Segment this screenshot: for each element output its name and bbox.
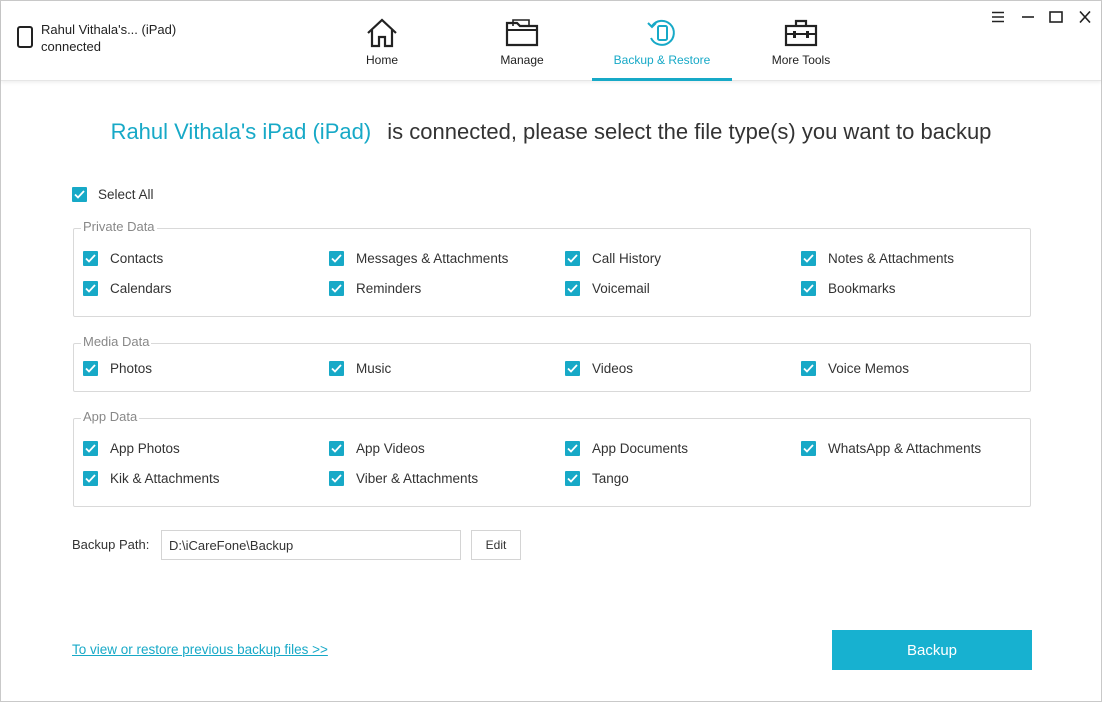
checkbox-label: Videos <box>592 361 634 376</box>
checkbox-label: Viber & Attachments <box>356 471 479 486</box>
checkbox-messages[interactable]: Messages & Attachments <box>329 251 508 266</box>
checkbox-bookmarks[interactable]: Bookmarks <box>801 281 896 296</box>
checkbox-checked-icon <box>801 281 816 296</box>
checkbox-checked-icon <box>329 471 344 486</box>
checkbox-music[interactable]: Music <box>329 361 391 376</box>
top-bar: Rahul Vithala's... (iPad) connected Home… <box>1 1 1101 81</box>
checkbox-label: Music <box>356 361 392 376</box>
checkbox-label: Tango <box>592 471 629 486</box>
checkbox-viber[interactable]: Viber & Attachments <box>329 471 478 486</box>
checkbox-checked-icon <box>83 251 98 266</box>
toolbox-icon <box>784 15 818 51</box>
checkbox-checked-icon <box>801 441 816 456</box>
checkbox-label: Bookmarks <box>828 281 896 296</box>
checkbox-whatsapp[interactable]: WhatsApp & Attachments <box>801 441 981 456</box>
connected-device-name: Rahul Vithala's iPad (iPad) <box>110 119 372 144</box>
checkbox-call-history[interactable]: Call History <box>565 251 661 266</box>
tab-more-tools[interactable]: More Tools <box>761 1 841 81</box>
checkbox-reminders[interactable]: Reminders <box>329 281 421 296</box>
checkbox-checked-icon <box>565 441 580 456</box>
checkbox-label: Voicemail <box>592 281 650 296</box>
checkbox-label: Photos <box>110 361 153 376</box>
device-text: Rahul Vithala's... (iPad) connected <box>41 21 176 55</box>
backup-path-label: Backup Path: <box>72 537 150 552</box>
device-info: Rahul Vithala's... (iPad) connected <box>17 21 176 55</box>
ipad-icon <box>17 26 33 48</box>
select-all-label: Select All <box>98 187 154 202</box>
checkbox-checked-icon <box>565 361 580 376</box>
checkbox-notes[interactable]: Notes & Attachments <box>801 251 954 266</box>
checkbox-label: App Photos <box>110 441 180 456</box>
checkbox-label: Reminders <box>356 281 422 296</box>
checkbox-label: Kik & Attachments <box>110 471 220 486</box>
checkbox-checked-icon <box>565 471 580 486</box>
tab-more-tools-label: More Tools <box>771 53 831 67</box>
media-data-title: Media Data <box>81 334 152 349</box>
checkbox-app-photos[interactable]: App Photos <box>83 441 180 456</box>
checkbox-label: App Videos <box>356 441 425 456</box>
tab-manage-label: Manage <box>500 53 544 67</box>
close-icon[interactable] <box>1074 7 1096 27</box>
minimize-icon[interactable] <box>1017 7 1039 27</box>
checkbox-kik[interactable]: Kik & Attachments <box>83 471 220 486</box>
maximize-icon[interactable] <box>1045 7 1067 27</box>
checkbox-label: Messages & Attachments <box>356 251 509 266</box>
checkbox-label: Contacts <box>110 251 164 266</box>
checkbox-label: Voice Memos <box>828 361 910 376</box>
backup-button[interactable]: Backup <box>832 630 1032 670</box>
menu-icon[interactable] <box>987 7 1009 27</box>
checkbox-label: Call History <box>592 251 662 266</box>
checkbox-checked-icon <box>801 251 816 266</box>
private-data-group <box>73 228 1031 317</box>
checkbox-checked-icon <box>83 471 98 486</box>
page-title: Rahul Vithala's iPad (iPad) is connected… <box>1 119 1101 145</box>
checkbox-checked-icon <box>565 251 580 266</box>
checkbox-voice-memos[interactable]: Voice Memos <box>801 361 909 376</box>
checkbox-contacts[interactable]: Contacts <box>83 251 163 266</box>
checkbox-calendars[interactable]: Calendars <box>83 281 172 296</box>
checkbox-app-videos[interactable]: App Videos <box>329 441 425 456</box>
private-data-title: Private Data <box>81 219 157 234</box>
tab-backup-restore-label: Backup & Restore <box>613 53 711 67</box>
view-restore-backups-link[interactable]: To view or restore previous backup files… <box>72 642 328 657</box>
checkbox-voicemail[interactable]: Voicemail <box>565 281 650 296</box>
backup-restore-icon <box>645 15 679 51</box>
checkbox-checked-icon <box>329 441 344 456</box>
tab-backup-restore[interactable]: Backup & Restore <box>592 1 732 81</box>
checkbox-label: WhatsApp & Attachments <box>828 441 982 456</box>
checkbox-checked-icon <box>565 281 580 296</box>
home-icon <box>366 15 398 51</box>
checkbox-checked-icon <box>83 361 98 376</box>
checkbox-tango[interactable]: Tango <box>565 471 629 486</box>
checkbox-photos[interactable]: Photos <box>83 361 152 376</box>
checkbox-checked-icon <box>329 251 344 266</box>
edit-path-button[interactable]: Edit <box>471 530 521 560</box>
tab-home-label: Home <box>365 53 398 67</box>
checkbox-checked-icon <box>83 281 98 296</box>
tab-manage[interactable]: Manage <box>482 1 562 81</box>
backup-path-input[interactable] <box>161 530 461 560</box>
app-data-group <box>73 418 1031 507</box>
checkbox-checked-icon <box>72 187 87 202</box>
device-status: connected <box>41 39 101 54</box>
select-all-checkbox[interactable]: Select All <box>72 187 154 202</box>
page-title-text: is connected, please select the file typ… <box>387 119 992 144</box>
tab-home[interactable]: Home <box>342 1 422 81</box>
app-data-title: App Data <box>81 409 140 424</box>
checkbox-app-documents[interactable]: App Documents <box>565 441 688 456</box>
checkbox-checked-icon <box>329 361 344 376</box>
checkbox-label: Calendars <box>110 281 172 296</box>
checkbox-label: App Documents <box>592 441 689 456</box>
checkbox-checked-icon <box>83 441 98 456</box>
checkbox-label: Notes & Attachments <box>828 251 955 266</box>
checkbox-videos[interactable]: Videos <box>565 361 633 376</box>
checkbox-checked-icon <box>329 281 344 296</box>
device-name: Rahul Vithala's... (iPad) <box>41 22 177 37</box>
checkbox-checked-icon <box>801 361 816 376</box>
folder-icon <box>505 15 539 51</box>
